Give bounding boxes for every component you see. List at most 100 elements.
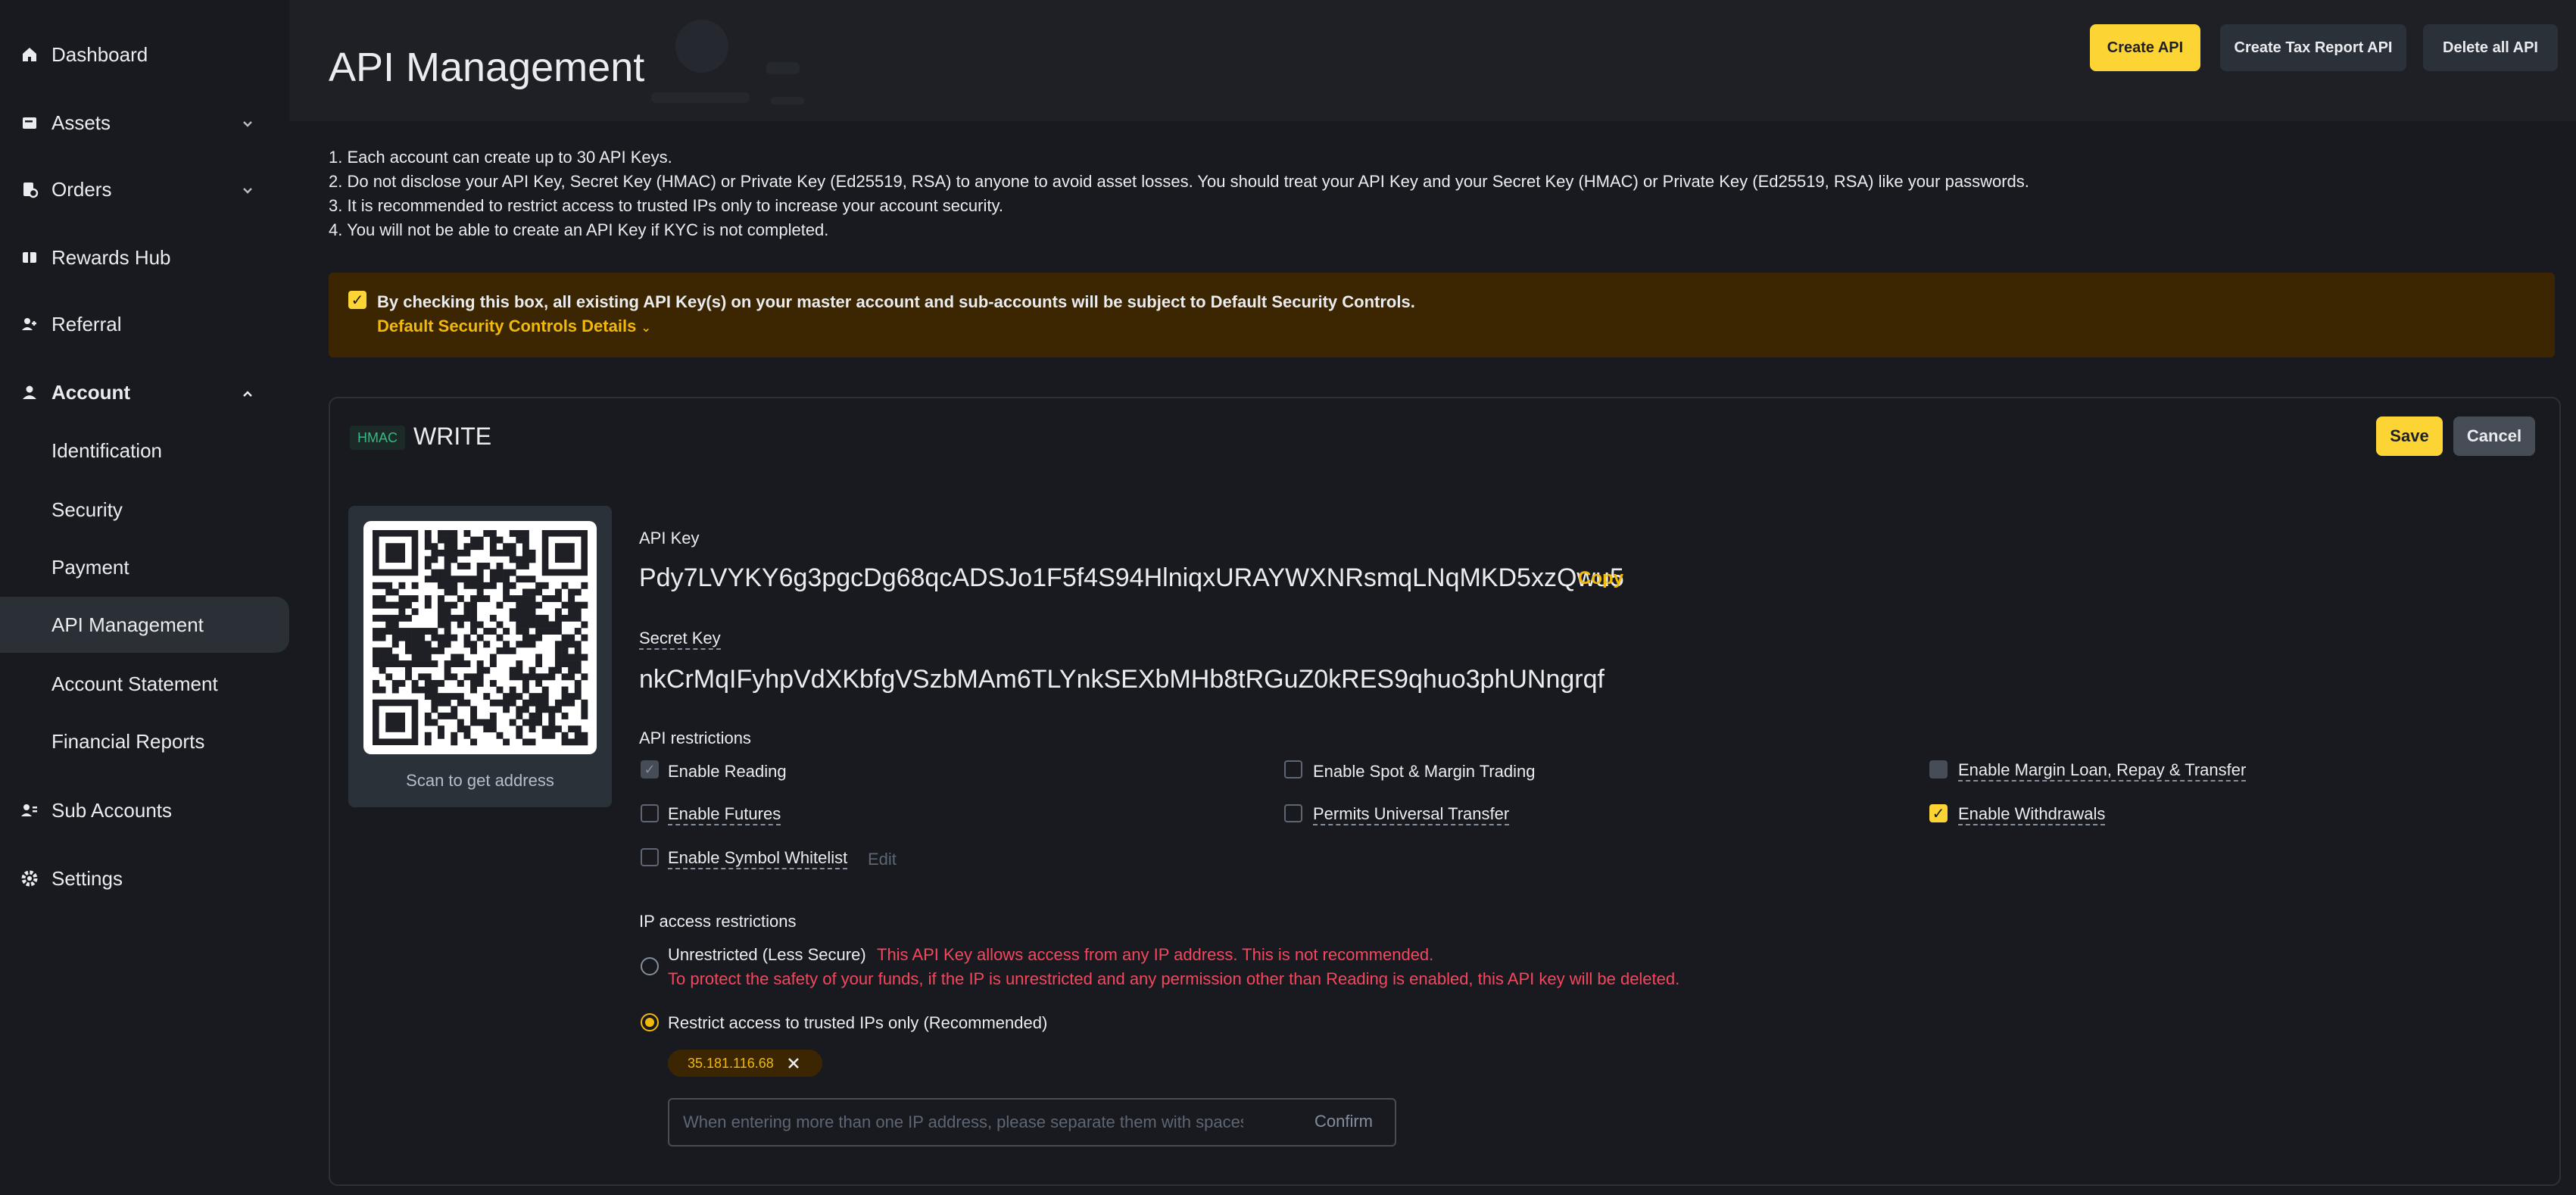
sidebar-item-account[interactable]: Account — [0, 363, 289, 421]
note-line: 3. It is recommended to restrict access … — [329, 196, 1003, 215]
api-key-value: Pdy7LVYKY6g3pgcDg68qcADSJo1F5f4S94Hlniqx… — [639, 563, 1624, 592]
sidebar-sub-label: API Management — [51, 613, 204, 636]
sidebar-item-label: Rewards Hub — [51, 245, 171, 269]
sidebar-item-assets[interactable]: Assets — [0, 94, 289, 151]
chevron-down-icon: ⌄ — [641, 322, 651, 335]
ip-restrictions-label: IP access restrictions — [639, 912, 797, 931]
qr-code — [363, 521, 597, 754]
chevron-down-icon — [239, 181, 256, 198]
api-key-name: WRITE — [413, 423, 492, 450]
sidebar-item-label: Assets — [51, 111, 111, 134]
blurred-info — [771, 97, 804, 105]
sidebar-sub-label: Financial Reports — [51, 729, 205, 753]
sidebar-item-orders[interactable]: Orders — [0, 161, 289, 218]
sub-accounts-icon — [18, 799, 41, 822]
key-type-badge: HMAC — [350, 426, 405, 450]
unrestricted-warning: This API Key allows access from any IP a… — [877, 945, 1434, 964]
note-line: 4. You will not be able to create an API… — [329, 220, 829, 239]
confirm-button[interactable]: Confirm — [1315, 1112, 1373, 1131]
note-line: 1. Each account can create up to 30 API … — [329, 148, 672, 167]
sidebar-item-label: Orders — [51, 177, 112, 201]
ip-chip: 35.181.116.68 — [668, 1050, 822, 1077]
security-controls-text: By checking this box, all existing API K… — [377, 292, 1415, 311]
home-icon — [18, 43, 41, 66]
blurred-info — [651, 92, 750, 103]
sidebar-sub-label: Security — [51, 498, 123, 521]
api-key-card — [329, 397, 2561, 1186]
unrestricted-label: Unrestricted (Less Secure) — [668, 945, 866, 964]
sidebar: Dashboard Assets Orders Rewards Hub Refe… — [0, 0, 289, 1195]
api-notes: 1. Each account can create up to 30 API … — [329, 145, 2029, 242]
security-controls-checkbox[interactable]: ✓ — [348, 291, 366, 309]
enable-futures-checkbox[interactable] — [641, 804, 659, 822]
enable-withdrawals-label: Enable Withdrawals — [1958, 804, 2106, 825]
qr-caption: Scan to get address — [406, 771, 554, 790]
enable-withdrawals-checkbox[interactable]: ✓ — [1929, 804, 1948, 822]
note-line: 2. Do not disclose your API Key, Secret … — [329, 172, 2029, 191]
sidebar-sub-label: Payment — [51, 555, 129, 579]
enable-margin-loan-label: Enable Margin Loan, Repay & Transfer — [1958, 760, 2247, 782]
create-api-button[interactable]: Create API — [2090, 24, 2200, 71]
sidebar-item-settings[interactable]: Settings — [0, 850, 289, 907]
enable-symbol-whitelist-checkbox[interactable] — [641, 848, 659, 866]
enable-spot-margin-label: Enable Spot & Margin Trading — [1313, 762, 1536, 781]
rewards-icon — [18, 246, 41, 269]
secret-key-label: Secret Key — [639, 629, 721, 650]
sidebar-item-label: Sub Accounts — [51, 798, 172, 822]
wallet-icon — [18, 111, 41, 134]
referral-icon — [18, 313, 41, 335]
enable-futures-label: Enable Futures — [668, 804, 781, 825]
api-restrictions-label: API restrictions — [639, 729, 751, 747]
sidebar-sub-financial-reports[interactable]: Financial Reports — [0, 713, 289, 769]
sidebar-item-label: Settings — [51, 866, 123, 890]
unrestricted-warning-detail: To protect the safety of your funds, if … — [668, 969, 1680, 988]
user-icon — [18, 381, 41, 404]
sidebar-sub-account-statement[interactable]: Account Statement — [0, 656, 289, 712]
copy-button[interactable]: Copy — [1578, 568, 1623, 589]
restrict-ip-radio[interactable] — [641, 1013, 659, 1031]
edit-whitelist-link[interactable]: Edit — [868, 850, 897, 869]
gear-icon — [18, 867, 41, 890]
sidebar-item-label: Referral — [51, 312, 122, 335]
enable-reading-checkbox: ✓ — [641, 760, 659, 778]
unrestricted-radio[interactable] — [641, 957, 659, 975]
security-controls-details-label: Default Security Controls Details — [377, 317, 637, 335]
chevron-down-icon — [239, 114, 256, 131]
enable-spot-margin-checkbox[interactable] — [1284, 760, 1302, 778]
sidebar-item-label: Dashboard — [51, 42, 148, 66]
sidebar-item-rewards-hub[interactable]: Rewards Hub — [0, 229, 289, 286]
delete-all-api-button[interactable]: Delete all API — [2423, 24, 2558, 71]
security-controls-banner — [329, 273, 2555, 357]
sidebar-sub-security[interactable]: Security — [0, 482, 289, 538]
ip-input-box: Confirm — [668, 1098, 1396, 1147]
enable-margin-loan-checkbox[interactable] — [1929, 760, 1948, 778]
sidebar-item-dashboard[interactable]: Dashboard — [0, 26, 289, 83]
orders-icon — [18, 178, 41, 201]
sidebar-item-label: Account — [51, 380, 130, 404]
avatar — [675, 20, 728, 73]
restrict-ip-label: Restrict access to trusted IPs only (Rec… — [668, 1013, 1048, 1032]
ip-chip-value: 35.181.116.68 — [688, 1055, 774, 1071]
sidebar-sub-identification[interactable]: Identification — [0, 423, 289, 479]
close-icon[interactable] — [784, 1054, 803, 1072]
secret-key-value: nkCrMqIFyhpVdXKbfgVSzbMAm6TLYnkSEXbMHb8t… — [639, 665, 1605, 694]
sidebar-sub-label: Account Statement — [51, 672, 218, 695]
cancel-button[interactable]: Cancel — [2453, 417, 2535, 456]
api-key-label: API Key — [639, 529, 700, 548]
ip-input[interactable] — [683, 1109, 1243, 1136]
create-tax-report-api-button[interactable]: Create Tax Report API — [2220, 24, 2406, 71]
sidebar-sub-api-management[interactable]: API Management — [0, 597, 289, 653]
security-controls-details-link[interactable]: Default Security Controls Details ⌄ — [377, 317, 651, 336]
sidebar-item-referral[interactable]: Referral — [0, 295, 289, 353]
sidebar-sub-payment[interactable]: Payment — [0, 539, 289, 595]
chevron-up-icon — [239, 384, 256, 401]
page-title: API Management — [329, 45, 645, 90]
enable-symbol-whitelist-label: Enable Symbol Whitelist — [668, 848, 848, 869]
permits-universal-transfer-label: Permits Universal Transfer — [1313, 804, 1510, 825]
save-button[interactable]: Save — [2376, 417, 2443, 456]
sidebar-item-sub-accounts[interactable]: Sub Accounts — [0, 782, 289, 839]
enable-reading-label: Enable Reading — [668, 762, 787, 781]
permits-universal-transfer-checkbox[interactable] — [1284, 804, 1302, 822]
sidebar-sub-label: Identification — [51, 438, 162, 462]
blurred-username — [766, 62, 800, 74]
